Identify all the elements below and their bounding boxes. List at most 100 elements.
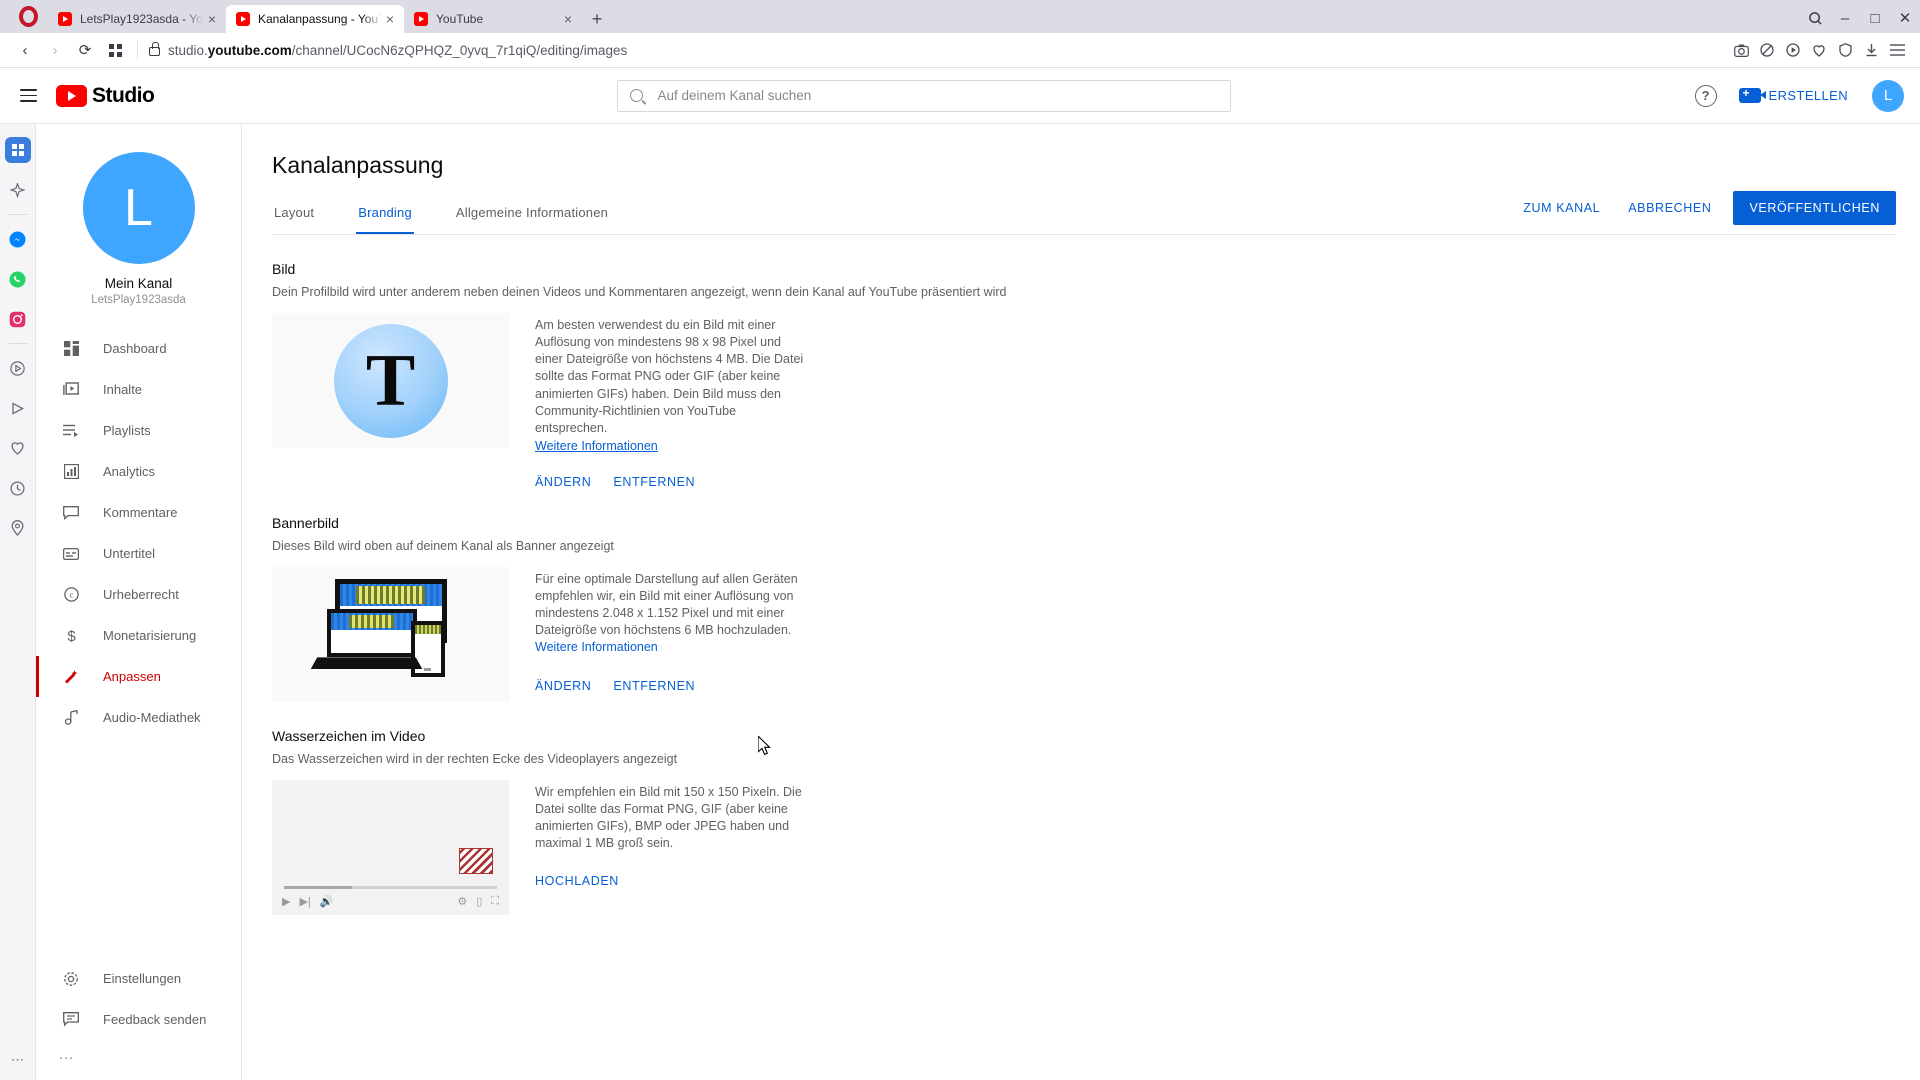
- shield-icon[interactable]: [1832, 37, 1858, 63]
- next-icon[interactable]: ▶|: [299, 895, 310, 908]
- volume-icon[interactable]: 🔊: [320, 895, 334, 908]
- camera-icon[interactable]: [1728, 37, 1754, 63]
- browser-tab-3[interactable]: YouTube ×: [404, 5, 582, 33]
- cancel-button[interactable]: ABBRECHEN: [1614, 192, 1725, 224]
- minimize-icon[interactable]: –: [1830, 3, 1860, 33]
- maximize-icon[interactable]: □: [1860, 3, 1890, 33]
- speed-dial-icon[interactable]: [100, 35, 130, 65]
- history-icon[interactable]: [5, 475, 31, 501]
- play-icon[interactable]: ▶: [282, 895, 290, 908]
- profile-picture-letter: T: [333, 323, 448, 438]
- studio-logo[interactable]: Studio: [56, 84, 155, 108]
- player-controls: ▶ ▶| 🔊 ⚙ ▯ ⛶: [282, 893, 499, 911]
- create-button[interactable]: ERSTELLEN: [1738, 86, 1848, 103]
- opera-home-icon[interactable]: [4, 137, 31, 163]
- sidebar-item-audio-mediathek[interactable]: Audio-Mediathek: [36, 697, 241, 738]
- url-text[interactable]: studio.youtube.com/channel/UCocN6zQPHQZ_…: [168, 43, 1728, 58]
- picture-requirements-text: Am besten verwendest du ein Bild mit ein…: [535, 318, 804, 435]
- tab-allgemeine-informationen[interactable]: Allgemeine Informationen: [454, 205, 610, 234]
- tab-title: LetsPlay1923asda - YouTub: [80, 12, 204, 26]
- help-icon[interactable]: ?: [1694, 84, 1717, 107]
- main-content: Kanalanpassung Layout Branding Allgemein…: [242, 124, 1920, 1080]
- banner-remove-button[interactable]: ENTFERNEN: [613, 679, 695, 693]
- watermark-upload-button[interactable]: HOCHLADEN: [535, 874, 619, 888]
- picture-change-button[interactable]: ÄNDERN: [535, 475, 591, 489]
- heart-icon[interactable]: [1806, 37, 1832, 63]
- close-icon[interactable]: ×: [382, 12, 398, 26]
- banner-learn-more-link[interactable]: Weitere Informationen: [535, 640, 658, 654]
- forward-icon[interactable]: ›: [40, 35, 70, 65]
- view-channel-button[interactable]: ZUM KANAL: [1509, 192, 1614, 224]
- sidebar-item-monetarisierung[interactable]: $ Monetarisierung: [36, 615, 241, 656]
- mouse-cursor: [758, 736, 771, 756]
- sidebar-item-einstellungen[interactable]: Einstellungen: [36, 958, 241, 999]
- channel-avatar[interactable]: L: [82, 152, 195, 264]
- theater-mode-icon[interactable]: ▯: [476, 895, 482, 908]
- sidebar-item-urheberrecht[interactable]: c Urheberrecht: [36, 574, 241, 615]
- section-description: Dieses Bild wird oben auf deinem Kanal a…: [272, 538, 614, 553]
- music-icon[interactable]: [5, 355, 31, 381]
- player-icon[interactable]: [1780, 37, 1806, 63]
- close-icon[interactable]: ×: [560, 12, 576, 26]
- whatsapp-icon[interactable]: [5, 266, 31, 292]
- sidebar-item-label: Kommentare: [103, 505, 178, 520]
- more-icon[interactable]: ⋯: [5, 1047, 31, 1073]
- sidebar-item-feedback[interactable]: Feedback senden: [36, 999, 241, 1040]
- account-avatar[interactable]: L: [1872, 79, 1905, 112]
- subtitles-icon: [61, 547, 81, 560]
- tab-layout[interactable]: Layout: [272, 205, 316, 234]
- picture-remove-button[interactable]: ENTFERNEN: [613, 475, 695, 489]
- publish-button[interactable]: VERÖFFENTLICHEN: [1733, 191, 1896, 225]
- picture-learn-more-link[interactable]: Weitere Informationen: [535, 439, 658, 453]
- block-icon[interactable]: [1754, 37, 1780, 63]
- sidebar-more-icon[interactable]: …: [36, 1040, 241, 1070]
- section-banner: Bannerbild Dieses Bild wird oben auf dei…: [272, 489, 1920, 702]
- sidebar-item-untertitel[interactable]: Untertitel: [36, 533, 241, 574]
- reload-icon[interactable]: ⟳: [70, 35, 100, 65]
- opera-logo-icon[interactable]: [8, 0, 48, 33]
- download-icon[interactable]: [1858, 37, 1884, 63]
- sidebar-item-label: Playlists: [103, 423, 151, 438]
- section-description: Das Wasserzeichen wird in der rechten Ec…: [272, 751, 678, 766]
- search-input[interactable]: Auf deinem Kanal suchen: [617, 79, 1232, 112]
- player-icon[interactable]: [5, 395, 31, 421]
- browser-tab-1[interactable]: LetsPlay1923asda - YouTub ×: [48, 5, 226, 33]
- back-icon[interactable]: ‹: [10, 35, 40, 65]
- hamburger-icon[interactable]: [0, 86, 56, 106]
- sidebar-item-label: Dashboard: [103, 341, 167, 356]
- heart-icon[interactable]: [5, 435, 31, 461]
- new-tab-button[interactable]: +: [582, 5, 612, 33]
- sidebar-item-label: Monetarisierung: [103, 628, 197, 643]
- sidebar-item-analytics[interactable]: Analytics: [36, 451, 241, 492]
- page-tabs: Layout Branding Allgemeine Informationen…: [272, 191, 1896, 235]
- feedback-icon: [61, 1012, 81, 1027]
- browser-menu-icon[interactable]: [1884, 37, 1910, 63]
- window-close-icon[interactable]: ✕: [1890, 3, 1920, 33]
- app-body: ⋯ L Mein Kanal LetsPlay1923asda Dashboar…: [0, 124, 1920, 1080]
- sidebar-item-inhalte[interactable]: Inhalte: [36, 369, 241, 410]
- banner-requirements-text: Für eine optimale Darstellung auf allen …: [535, 571, 815, 657]
- tab-branding[interactable]: Branding: [356, 205, 414, 234]
- banner-change-button[interactable]: ÄNDERN: [535, 679, 591, 693]
- content-icon: [61, 382, 81, 397]
- watermark-player-preview[interactable]: ▶ ▶| 🔊 ⚙ ▯ ⛶: [272, 779, 509, 915]
- tab-title: YouTube: [436, 12, 484, 26]
- fullscreen-icon[interactable]: ⛶: [491, 895, 499, 908]
- browser-tab-2[interactable]: Kanalanpassung - YouTube ×: [226, 5, 404, 33]
- instagram-icon[interactable]: [5, 306, 31, 332]
- banner-preview[interactable]: [272, 566, 509, 702]
- watermark-placeholder-icon: [459, 847, 493, 874]
- sidebar-item-kommentare[interactable]: Kommentare: [36, 492, 241, 533]
- sidebar-item-dashboard[interactable]: Dashboard: [36, 328, 241, 369]
- sidebar-item-label: Audio-Mediathek: [103, 710, 201, 725]
- profile-picture-preview[interactable]: T: [272, 313, 509, 448]
- sidebar-item-anpassen[interactable]: Anpassen: [36, 656, 241, 697]
- player-progress-bar[interactable]: [284, 885, 497, 889]
- messenger-icon[interactable]: [5, 226, 31, 252]
- search-icon[interactable]: [1800, 3, 1830, 33]
- settings-gear-icon[interactable]: ⚙: [457, 895, 467, 908]
- close-icon[interactable]: ×: [204, 12, 220, 26]
- sparkle-icon[interactable]: [5, 177, 31, 203]
- pin-icon[interactable]: [5, 515, 31, 541]
- sidebar-item-playlists[interactable]: Playlists: [36, 410, 241, 451]
